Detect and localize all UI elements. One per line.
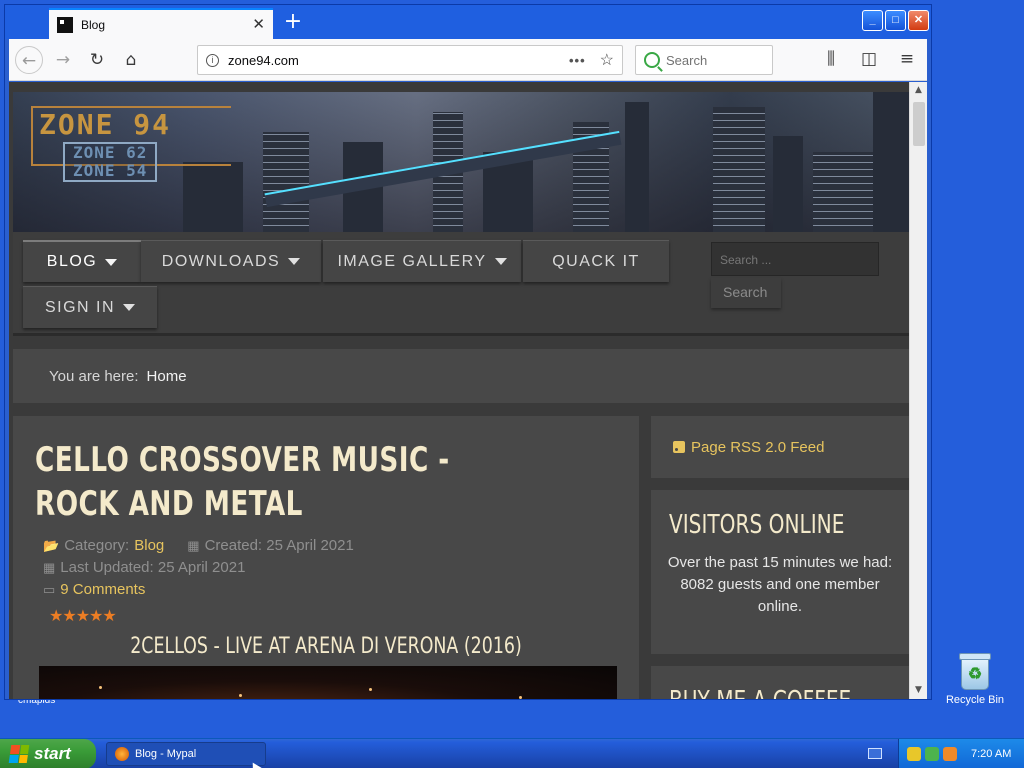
page-actions-icon[interactable]: •••	[569, 53, 586, 68]
breadcrumb: You are here: Home	[13, 349, 909, 403]
comment-icon: ▭	[43, 581, 56, 597]
close-window-button[interactable]: ✕	[908, 10, 929, 31]
navigation-toolbar: ← → ↻ ⌂ i zone94.com ••• ☆ Search ⫼ ◫ ≡	[9, 39, 927, 81]
calendar-icon: ▦	[187, 537, 200, 553]
library-icon[interactable]: ⫼	[817, 45, 845, 73]
windows-flag-icon	[8, 745, 30, 763]
page-viewport: ZONE 94 ZONE 62 ZONE 54 BLOG DOWNLOADS I…	[9, 82, 909, 699]
page-scrollbar[interactable]: ▲ ▼	[909, 82, 927, 699]
buy-coffee-box: BUY ME A COFFEE	[651, 666, 909, 699]
bookmark-star-icon[interactable]: ☆	[600, 50, 614, 70]
recycle-bin-label: Recycle Bin	[945, 694, 1005, 706]
tab-blog[interactable]: Blog ✕	[49, 8, 273, 39]
home-icon[interactable]: ⌂	[117, 46, 145, 74]
video-embed[interactable]	[39, 666, 617, 699]
article-title[interactable]: CELLO CROSSOVER MUSIC - ROCK AND METAL	[35, 438, 517, 526]
sidebar-icon[interactable]: ◫	[855, 45, 883, 73]
star-icon[interactable]: ★	[62, 606, 76, 625]
reload-icon[interactable]: ↻	[83, 46, 111, 74]
url-bar[interactable]: i zone94.com ••• ☆	[197, 45, 623, 75]
url-text[interactable]: zone94.com	[228, 53, 569, 68]
browser-search-placeholder: Search	[666, 52, 708, 68]
star-icon[interactable]: ★	[76, 606, 90, 625]
recycle-bin-icon: ♻	[959, 653, 991, 690]
recycle-bin[interactable]: ♻ Recycle Bin	[942, 653, 1008, 706]
forward-icon[interactable]: →	[49, 46, 77, 74]
site-banner: ZONE 94 ZONE 62 ZONE 54	[13, 92, 909, 232]
taskbar: start Blog - Mypal 7:20 AM	[0, 738, 1024, 768]
site-favicon-icon	[57, 16, 73, 33]
menu-item-quack-it[interactable]: QUACK IT	[523, 240, 669, 282]
article-category: 📂 Category: Blog ▦ Created: 25 April 202…	[43, 537, 354, 554]
calendar-icon: ▦	[43, 559, 56, 575]
browser-window: Blog ✕ + _ □ ✕ ← → ↻ ⌂ i zone94.com ••• …	[4, 4, 932, 700]
clock: 7:20 AM	[971, 748, 1012, 760]
visitors-text: Over the past 15 minutes we had: 8082 gu…	[667, 554, 893, 615]
breadcrumb-home[interactable]: Home	[147, 368, 187, 385]
article-updated: ▦ Last Updated: 25 April 2021	[43, 559, 246, 576]
rss-icon	[673, 441, 685, 453]
visitors-online-box: VISITORS ONLINE Over the past 15 minutes…	[651, 490, 909, 654]
start-button[interactable]: start	[0, 739, 96, 768]
minimize-button[interactable]: _	[862, 10, 883, 31]
video-title: 2CELLOS - LIVE AT ARENA DI VERONA (2016)	[130, 634, 522, 659]
coffee-title: BUY ME A COFFEE	[669, 686, 851, 699]
menu-item-downloads[interactable]: DOWNLOADS	[141, 240, 321, 282]
category-link[interactable]: Blog	[134, 537, 164, 554]
menu-item-image-gallery[interactable]: IMAGE GALLERY	[323, 240, 521, 282]
keyboard-icon[interactable]	[868, 748, 882, 759]
new-tab-button[interactable]: +	[279, 9, 307, 37]
site-main-menu: BLOG DOWNLOADS IMAGE GALLERY QUACK IT SI…	[13, 232, 909, 336]
site-logo-subtitle: ZONE 62 ZONE 54	[63, 142, 158, 182]
folder-icon: 📂	[43, 537, 60, 553]
browser-search-box[interactable]: Search	[635, 45, 773, 75]
comments-link[interactable]: 9 Comments	[60, 581, 145, 598]
taskbar-item-blog-mypal[interactable]: Blog - Mypal	[106, 742, 266, 766]
search-engine-icon	[644, 52, 660, 68]
title-bar: Blog ✕ + _ □ ✕	[5, 5, 931, 39]
chevron-down-icon	[288, 258, 301, 265]
system-tray: 7:20 AM	[898, 739, 1024, 768]
search-tray-icon[interactable]	[943, 747, 957, 761]
rating-stars[interactable]: ★★★★★	[49, 606, 117, 625]
info-icon[interactable]: i	[206, 53, 219, 67]
hamburger-menu-icon[interactable]: ≡	[893, 45, 921, 73]
security-shield-icon[interactable]	[907, 747, 921, 761]
close-tab-icon[interactable]: ✕	[252, 17, 265, 32]
site-search-input[interactable]: Search ...	[711, 242, 879, 276]
rss-feed-box[interactable]: Page RSS 2.0 Feed	[651, 416, 909, 478]
back-icon[interactable]: ←	[15, 45, 43, 74]
article-comments[interactable]: ▭ 9 Comments	[43, 581, 145, 598]
star-icon[interactable]: ★	[89, 606, 103, 625]
blog-article: CELLO CROSSOVER MUSIC - ROCK AND METAL 📂…	[13, 416, 639, 699]
site-search-button[interactable]: Search	[711, 278, 781, 308]
network-icon[interactable]	[925, 747, 939, 761]
chevron-down-icon	[494, 258, 507, 265]
tab-title: Blog	[81, 17, 106, 32]
scroll-up-icon[interactable]: ▲	[910, 82, 927, 99]
visitors-title: VISITORS ONLINE	[669, 510, 845, 540]
menu-item-sign-in[interactable]: SIGN IN	[23, 286, 157, 328]
menu-item-blog[interactable]: BLOG	[23, 240, 141, 282]
scroll-thumb[interactable]	[913, 102, 925, 146]
star-icon[interactable]: ★	[102, 606, 116, 625]
scroll-down-icon[interactable]: ▼	[910, 682, 927, 699]
breadcrumb-prefix: You are here:	[49, 367, 139, 385]
rss-link[interactable]: Page RSS 2.0 Feed	[691, 439, 824, 456]
browser-app-icon	[115, 747, 129, 761]
chevron-down-icon	[123, 304, 136, 311]
chevron-down-icon	[105, 258, 118, 266]
maximize-button[interactable]: □	[885, 10, 906, 31]
star-icon[interactable]: ★	[49, 606, 63, 625]
